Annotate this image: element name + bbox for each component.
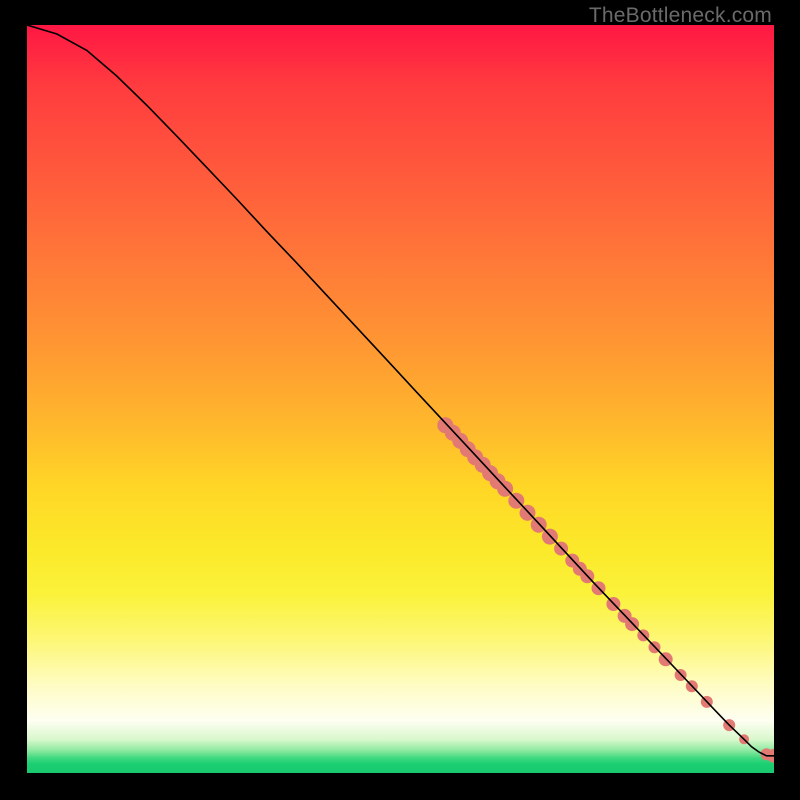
plot-area — [27, 25, 774, 773]
watermark-text: TheBottleneck.com — [589, 4, 772, 28]
curve-line — [27, 25, 774, 756]
chart-stage: TheBottleneck.com — [0, 0, 800, 800]
chart-svg — [27, 25, 774, 773]
